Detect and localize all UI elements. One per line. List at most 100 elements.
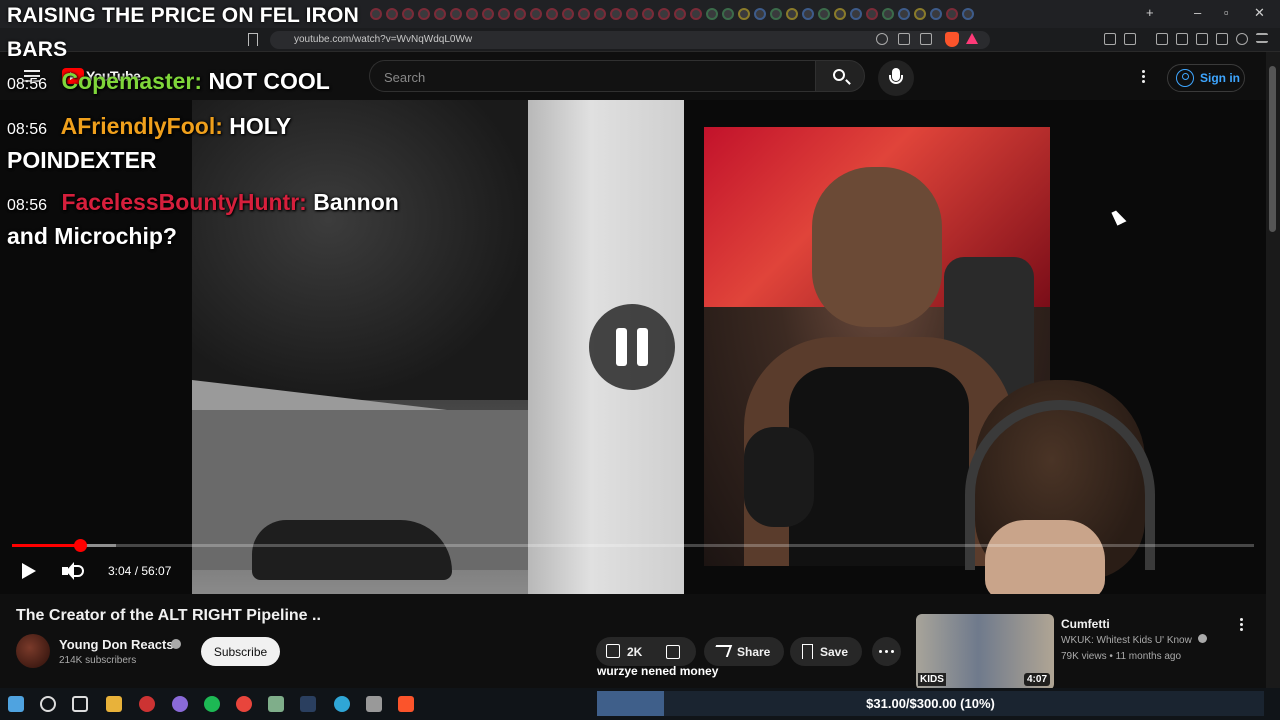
browser-tab[interactable]	[482, 8, 494, 20]
page-scrollbar[interactable]	[1266, 52, 1280, 688]
extensions-icon[interactable]	[1104, 33, 1116, 45]
browser-tab[interactable]	[594, 8, 606, 20]
browser-tab[interactable]	[418, 8, 430, 20]
browser-tab[interactable]	[914, 8, 926, 20]
app-icon-green[interactable]	[268, 696, 284, 712]
brave-icon[interactable]	[398, 696, 414, 712]
recommended-title[interactable]: Cumfetti	[1061, 617, 1110, 631]
facecam-overlay	[935, 380, 1195, 594]
browser-tab[interactable]	[626, 8, 638, 20]
hamburger-menu-icon[interactable]	[1256, 33, 1268, 43]
shield-icon[interactable]	[1236, 33, 1248, 45]
recommended-menu-icon[interactable]	[1240, 618, 1244, 634]
browser-tab[interactable]	[434, 8, 446, 20]
video-player[interactable]: 3:04 / 56:07	[0, 100, 1266, 594]
browser-tab[interactable]	[530, 8, 542, 20]
browser-tab[interactable]	[450, 8, 462, 20]
file-explorer-icon[interactable]	[106, 696, 122, 712]
browser-tab[interactable]	[866, 8, 878, 20]
sign-in-button[interactable]: Sign in	[1167, 64, 1245, 92]
chrome-icon[interactable]	[236, 696, 252, 712]
channel-avatar[interactable]	[16, 634, 50, 668]
scrubber-handle[interactable]	[73, 539, 87, 552]
close-window-icon[interactable]: ✕	[1254, 5, 1265, 21]
cast-icon[interactable]	[898, 33, 910, 45]
edge-icon[interactable]	[334, 696, 350, 712]
streamer-head	[812, 167, 942, 327]
recommended-thumbnail[interactable]: KIDS 4:07	[916, 614, 1054, 690]
play-icon[interactable]	[22, 563, 36, 579]
browser-tab[interactable]	[514, 8, 526, 20]
save-button[interactable]: Save	[790, 637, 862, 666]
app-icon-gray[interactable]	[366, 696, 382, 712]
share-page-icon[interactable]	[920, 33, 932, 45]
chat-message-continued: and Microchip?	[7, 223, 177, 249]
browser-tab[interactable]	[770, 8, 782, 20]
search-button[interactable]	[815, 60, 865, 92]
settings-kebab-icon[interactable]	[1142, 70, 1146, 84]
browser-tab[interactable]	[802, 8, 814, 20]
wallet-icon[interactable]	[1124, 33, 1136, 45]
browser-tab[interactable]	[370, 8, 382, 20]
browser-tab[interactable]	[498, 8, 510, 20]
browser-tab[interactable]	[642, 8, 654, 20]
maximize-icon[interactable]: ▫	[1224, 5, 1229, 20]
vpn-icon[interactable]	[1216, 33, 1228, 45]
progress-bar[interactable]	[12, 539, 1254, 552]
media-icon[interactable]	[1156, 33, 1168, 45]
spotify-icon[interactable]	[204, 696, 220, 712]
zoom-icon[interactable]	[876, 33, 888, 45]
dislike-icon[interactable]	[666, 645, 680, 659]
channel-name[interactable]: Young Don Reacts	[59, 637, 174, 652]
browser-tab[interactable]	[786, 8, 798, 20]
browser-tab[interactable]	[674, 8, 686, 20]
browser-tab[interactable]	[818, 8, 830, 20]
browser-tab[interactable]	[882, 8, 894, 20]
brave-rewards-icon[interactable]	[966, 33, 978, 44]
like-icon[interactable]	[606, 644, 620, 658]
brave-shields-icon[interactable]	[945, 32, 959, 47]
browser-tab[interactable]	[754, 8, 766, 20]
obs-icon[interactable]	[172, 696, 188, 712]
steam-icon[interactable]	[300, 696, 316, 712]
scrollbar-thumb[interactable]	[1269, 66, 1276, 232]
like-count[interactable]: 2K	[627, 645, 642, 659]
subscribe-button[interactable]: Subscribe	[201, 637, 280, 666]
new-tab-icon[interactable]: +	[1146, 5, 1154, 20]
search-bar	[369, 60, 815, 92]
browser-tab[interactable]	[850, 8, 862, 20]
browser-tab[interactable]	[930, 8, 942, 20]
browser-tab[interactable]	[466, 8, 478, 20]
recommended-channel[interactable]: WKUK: Whitest Kids U' Know	[1061, 634, 1207, 646]
browser-tab[interactable]	[610, 8, 622, 20]
more-actions-button[interactable]	[872, 637, 901, 666]
browser-tab[interactable]	[834, 8, 846, 20]
browser-tab[interactable]	[962, 8, 974, 20]
browser-tab[interactable]	[946, 8, 958, 20]
app-icon-red[interactable]	[139, 696, 155, 712]
sidebar-icon[interactable]	[1176, 33, 1188, 45]
browser-tab[interactable]	[578, 8, 590, 20]
browser-tab[interactable]	[386, 8, 398, 20]
task-view-icon[interactable]	[72, 696, 88, 712]
browser-tab[interactable]	[738, 8, 750, 20]
browser-tab[interactable]	[898, 8, 910, 20]
minimize-icon[interactable]: –	[1194, 5, 1201, 20]
taskbar-search-icon[interactable]	[40, 696, 56, 712]
browser-tab[interactable]	[562, 8, 574, 20]
tab-search-icon[interactable]	[1196, 33, 1208, 45]
search-input[interactable]	[384, 67, 804, 87]
volume-icon[interactable]	[62, 562, 84, 580]
browser-tab[interactable]	[690, 8, 702, 20]
start-icon[interactable]	[8, 696, 24, 712]
voice-search-button[interactable]	[878, 60, 914, 96]
browser-tab[interactable]	[706, 8, 718, 20]
browser-tab[interactable]	[722, 8, 734, 20]
thumbnail-text: KIDS	[918, 673, 946, 686]
pause-button[interactable]	[589, 304, 675, 390]
browser-tab[interactable]	[658, 8, 670, 20]
browser-tab[interactable]	[546, 8, 558, 20]
video-duration: 4:07	[1023, 673, 1050, 686]
share-button[interactable]: Share	[704, 637, 784, 666]
browser-tab[interactable]	[402, 8, 414, 20]
